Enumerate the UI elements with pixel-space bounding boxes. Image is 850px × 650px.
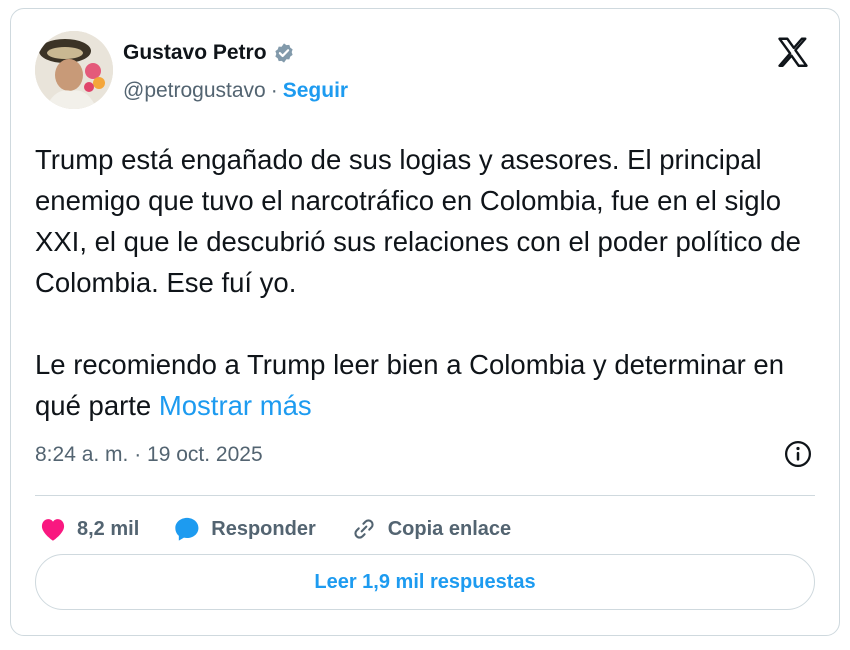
- reply-bubble-icon: [175, 517, 199, 541]
- avatar[interactable]: [35, 31, 113, 109]
- reply-button[interactable]: Responder: [173, 515, 316, 543]
- copy-link-button[interactable]: Copia enlace: [350, 515, 511, 543]
- tweet-embed-card: Gustavo Petro @petrogustavo · Seguir Tru…: [10, 8, 840, 636]
- like-count: 8,2 mil: [77, 517, 140, 540]
- verified-badge-icon: [273, 42, 295, 64]
- tweet-timestamp[interactable]: 8:24 a. m. · 19 oct. 2025: [35, 443, 263, 467]
- show-more-link[interactable]: Mostrar más: [159, 390, 312, 421]
- info-icon[interactable]: [783, 439, 813, 469]
- link-icon: [354, 519, 374, 539]
- x-logo-icon[interactable]: [775, 35, 811, 71]
- reply-label: Responder: [211, 517, 316, 540]
- author-name[interactable]: Gustavo Petro: [123, 41, 267, 65]
- author-handle[interactable]: @petrogustavo: [123, 79, 266, 103]
- separator-dot: ·: [270, 79, 278, 102]
- tweet-paragraph-2-text: Le recomiendo a Trump leer bien a Colomb…: [35, 349, 784, 421]
- like-button[interactable]: 8,2 mil: [39, 516, 139, 542]
- tweet-text: Trump está engañado de sus logias y ases…: [35, 139, 825, 426]
- heart-icon: [41, 519, 65, 541]
- tweet-paragraph-2: Le recomiendo a Trump leer bien a Colomb…: [35, 344, 825, 426]
- copy-link-label: Copia enlace: [387, 517, 512, 540]
- follow-button[interactable]: Seguir: [283, 79, 348, 103]
- tweet-header: Gustavo Petro @petrogustavo · Seguir: [35, 31, 815, 111]
- tweet-actions: 8,2 mil Responder Copia enlace: [39, 511, 545, 547]
- tweet-paragraph-1: Trump está engañado de sus logias y ases…: [35, 144, 801, 298]
- read-replies-label: Leer 1,9 mil respuestas: [314, 570, 536, 593]
- divider: [35, 495, 815, 496]
- read-replies-button[interactable]: Leer 1,9 mil respuestas: [35, 554, 815, 610]
